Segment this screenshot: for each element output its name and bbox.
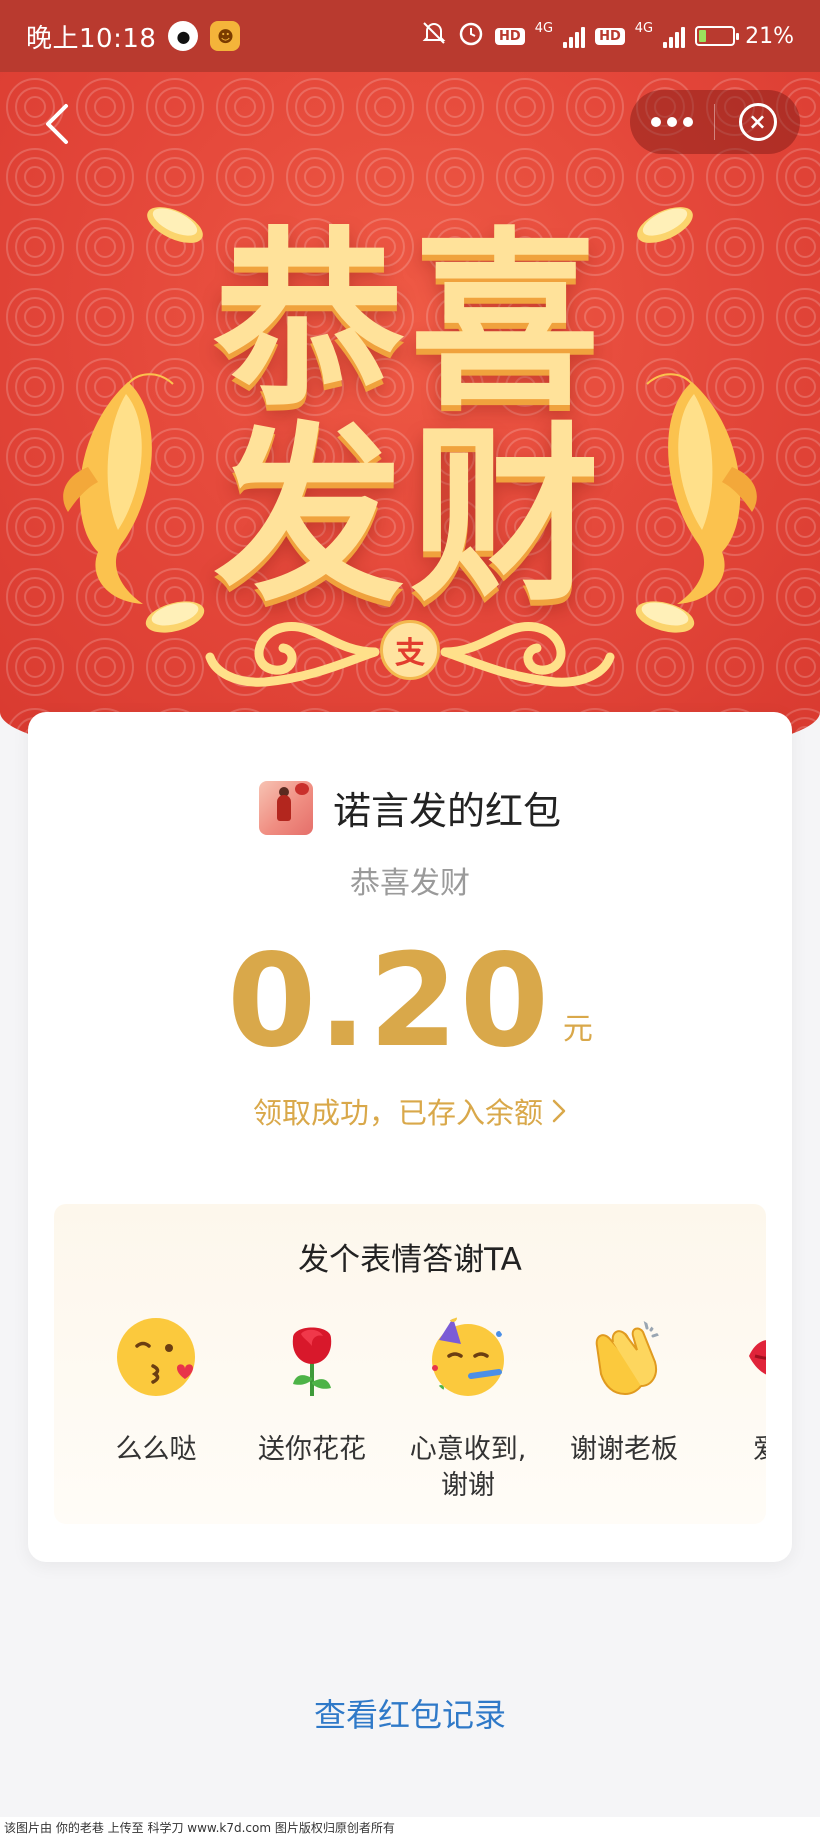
cat-app-icon: ☻	[210, 21, 241, 51]
balance-status-link[interactable]: 领取成功，已存入余额	[28, 1090, 792, 1132]
more-button[interactable]	[630, 90, 714, 154]
lips-icon	[749, 1340, 766, 1375]
amount-unit: 元	[562, 1012, 593, 1047]
hd-icon: HD	[495, 27, 525, 45]
status-right: HD 4G HD 4G 21%	[421, 19, 794, 53]
emoji-label: 谢谢老板	[570, 1434, 678, 1465]
battery-icon	[695, 26, 740, 46]
signal-icon	[663, 24, 686, 48]
emoji-label: 爱你 么	[753, 1432, 766, 1504]
close-button[interactable]: ×	[715, 90, 800, 154]
hd-icon: HD	[595, 27, 625, 45]
emoji-row: 么么哒 送你花花 心意收到, 谢谢 谢谢老板	[54, 1316, 766, 1516]
chevron-left-icon	[46, 104, 68, 144]
emoji-label: 送你花花	[258, 1434, 366, 1465]
clapping-hands-icon	[595, 1318, 661, 1396]
avatar-detail	[294, 782, 309, 795]
sender-row: 诺言发的红包	[28, 780, 792, 835]
view-records-link[interactable]: 查看红包记录	[0, 1690, 820, 1736]
status-time: 晚上10:18	[26, 23, 157, 54]
mute-bell-icon	[421, 20, 447, 52]
battery-fill	[699, 30, 706, 42]
rose-icon	[292, 1327, 332, 1396]
mini-program-capsule: ×	[630, 90, 800, 154]
watermark-text: 该图片由 你的老巷 上传至 科学刀 www.k7d.com 图片版权归原创者所有	[0, 1817, 820, 1839]
status-left: 晚上10:18 ● ☻	[26, 18, 241, 55]
back-button[interactable]	[26, 94, 86, 154]
red-envelope-banner: × 恭喜 发财 支	[0, 72, 820, 772]
status-bar: 晚上10:18 ● ☻ HD 4G HD 4G 21%	[0, 0, 820, 72]
kissing-face-icon	[117, 1318, 195, 1396]
blessing-text: 恭喜发财	[350, 866, 470, 901]
avatar-detail	[276, 794, 291, 821]
close-circle-icon: ×	[738, 103, 777, 141]
banner-title-line1: 恭喜	[213, 211, 606, 432]
emoji-item-lips[interactable]: 爱你 么	[702, 1316, 766, 1504]
amount-value: 0.20	[227, 927, 551, 1076]
alipay-logo-icon: 支	[380, 620, 440, 680]
emoji-item-party[interactable]: 心意收到, 谢谢	[390, 1316, 546, 1504]
emoji-item-rose[interactable]: 送你花花	[234, 1316, 390, 1468]
chevron-right-icon	[552, 1099, 566, 1123]
party-face-icon	[432, 1316, 504, 1396]
emoji-label: 么么哒	[115, 1434, 197, 1465]
emoji-item-clap[interactable]: 谢谢老板	[546, 1316, 702, 1468]
thanks-title: 发个表情答谢TA	[298, 1242, 522, 1278]
qq-icon: ●	[168, 21, 199, 51]
network-label: 4G	[634, 20, 654, 36]
sender-title: 诺言发的红包	[332, 789, 561, 833]
red-envelope-detail-card: 诺言发的红包 恭喜发财 0.20 元 领取成功，已存入余额 发个表情答谢TA 么…	[28, 712, 792, 1562]
signal-icon	[563, 24, 586, 48]
amount-row: 0.20 元	[28, 938, 792, 1066]
alarm-icon	[457, 19, 485, 53]
emoji-item-kiss[interactable]: 么么哒	[78, 1316, 234, 1468]
thanks-emoji-panel: 发个表情答谢TA 么么哒 送你花花 心意收到, 谢谢 谢谢老板	[54, 1204, 766, 1524]
network-label: 4G	[534, 20, 554, 36]
banner-title-line2: 发财	[213, 406, 606, 627]
emoji-label: 心意收到, 谢谢	[409, 1434, 527, 1501]
more-dots-icon	[651, 117, 693, 127]
balance-status-text: 领取成功，已存入余额	[252, 1096, 543, 1130]
avatar[interactable]	[258, 780, 313, 835]
battery-percent: 21%	[745, 23, 794, 49]
